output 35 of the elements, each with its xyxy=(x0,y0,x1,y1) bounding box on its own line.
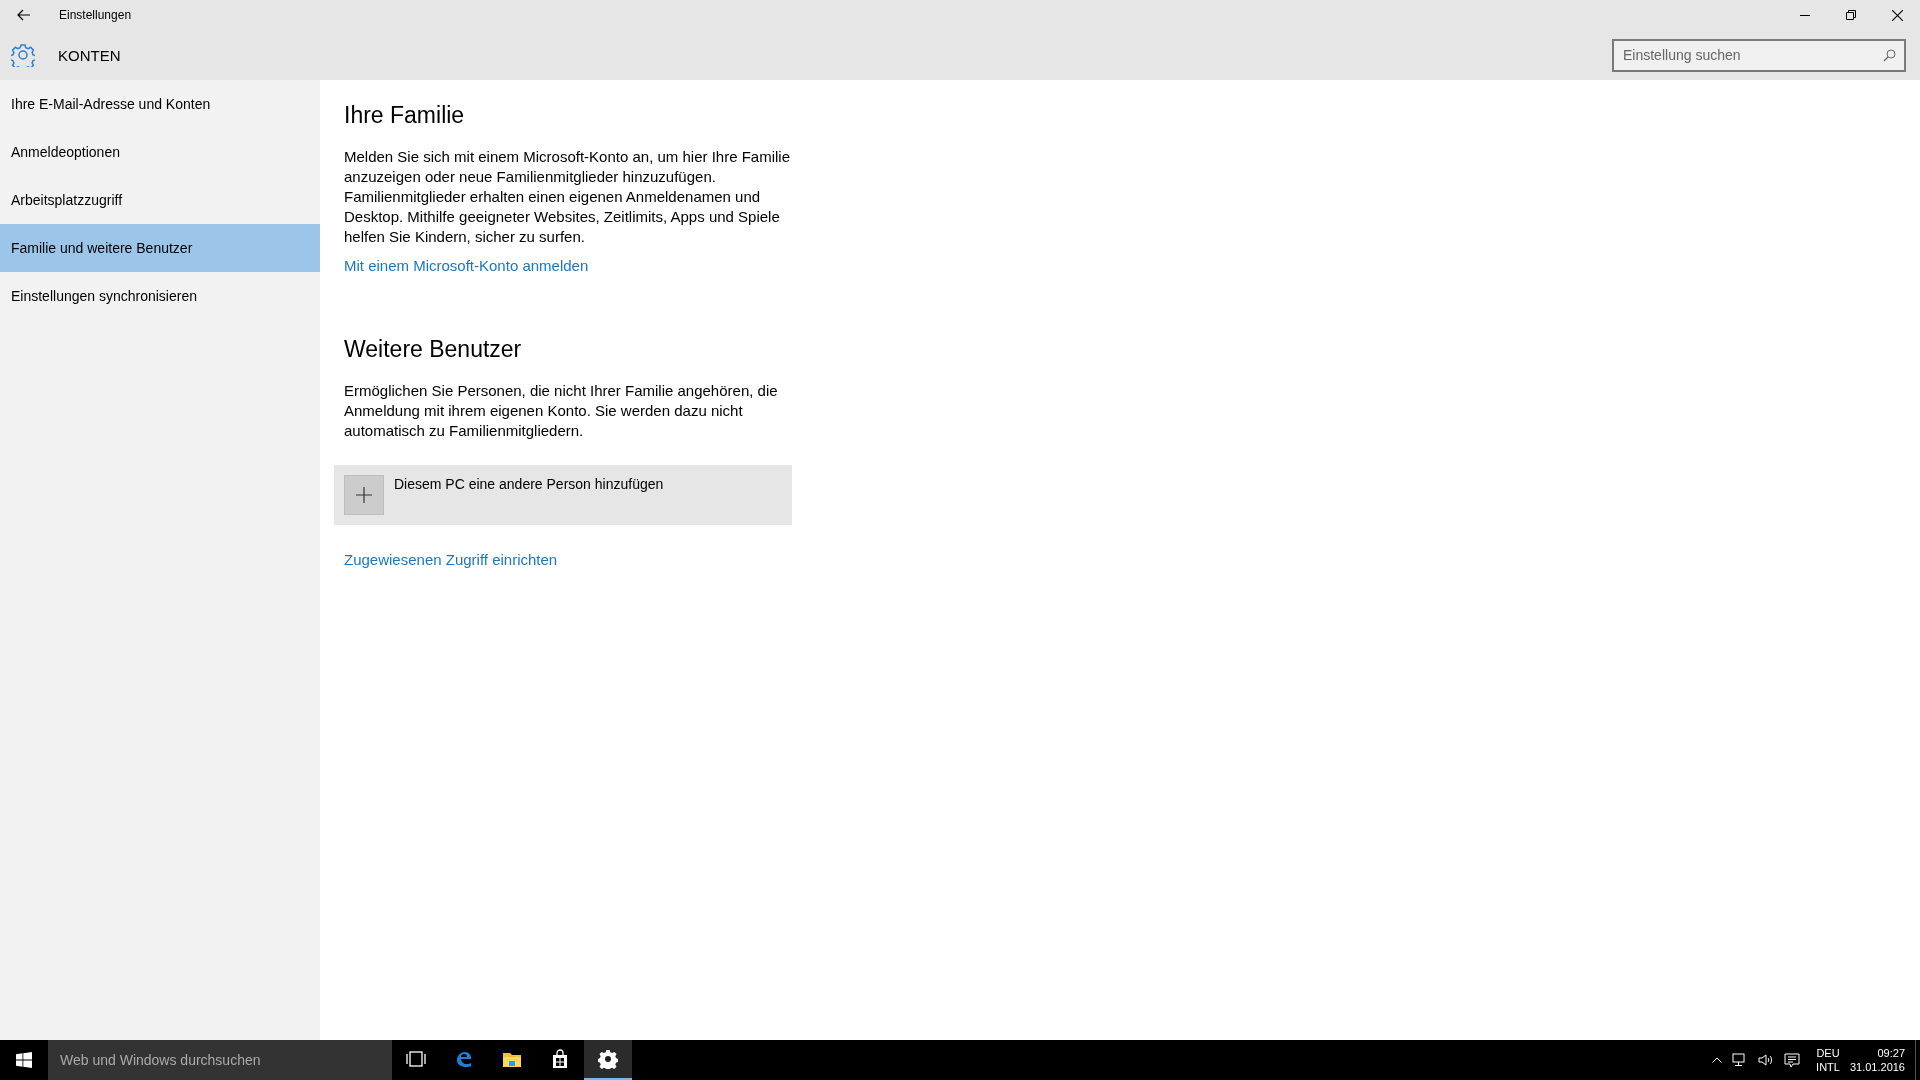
link[interactable]: Mit einem Microsoft-Konto anmelden xyxy=(344,257,589,274)
description-text: Ermöglichen Sie Personen, die nicht Ihrer Familie angehören, die Anmeldung mit ihrem eigenen Konto. Sie werden dazu nicht automatisch zu Familienmitgliedern. xyxy=(344,381,779,441)
back-arrow-icon xyxy=(17,9,31,21)
sidebar-item[interactable]: Einstellungen synchronisieren xyxy=(0,272,320,320)
sidebar-item[interactable]: Familie und weitere Benutzer xyxy=(0,224,320,272)
add-person-button[interactable]: Diesem PC eine andere Person hinzufügen xyxy=(334,465,792,525)
chevron-up-icon xyxy=(1712,1057,1723,1063)
clock-time[interactable]: 09:27 xyxy=(1877,1046,1905,1060)
clock-date[interactable]: 31.01.2016 xyxy=(1849,1060,1905,1074)
settings-gear-icon xyxy=(598,1049,618,1069)
speaker-icon xyxy=(1758,1053,1775,1067)
taskbar-app-button[interactable] xyxy=(584,1040,632,1080)
restore-icon xyxy=(1846,10,1856,20)
task-view-icon xyxy=(406,1049,426,1069)
search-field[interactable]: Einstellung suchen xyxy=(1612,38,1906,72)
close-icon xyxy=(1891,9,1903,21)
language-indicator[interactable]: INTL xyxy=(1816,1060,1840,1074)
sidebar-item[interactable]: Anmeldeoptionen xyxy=(0,128,320,176)
section-heading: Weitere Benutzer xyxy=(344,336,522,363)
shopping-bag-icon xyxy=(550,1049,570,1069)
windows-logo-icon xyxy=(16,1052,32,1068)
section-heading: Ihre Familie xyxy=(344,102,465,129)
search-icon xyxy=(1883,48,1896,62)
link[interactable]: Zugewiesenen Zugriff einrichten xyxy=(344,551,558,568)
settings-gear-icon xyxy=(11,43,35,67)
language-indicator[interactable]: DEU xyxy=(1816,1046,1840,1060)
sidebar-item[interactable]: Arbeitsplatzzugriff xyxy=(0,176,320,224)
page-title: KONTEN xyxy=(58,46,121,64)
window-title: Einstellungen xyxy=(59,8,132,22)
notification-icon xyxy=(1784,1052,1801,1068)
edge-e-icon xyxy=(454,1049,474,1069)
plus-icon xyxy=(344,475,384,515)
description-text: Melden Sie sich mit einem Microsoft-Konto an, um hier Ihre Familie anzuzeigen oder neue Familienmitglieder hinzuzufügen. Familienmitglieder erhalten einen eigenen Anmeldenamen und Desktop. Mithilfe geeigneter Websites, Zeitlimits, Apps und Spiele helfen Sie Kindern, sicher zu surfen. xyxy=(344,147,791,247)
taskbar-search-field[interactable]: Web und Windows durchsuchen xyxy=(48,1040,392,1080)
sidebar-item[interactable]: Ihre E-Mail-Adresse und Konten xyxy=(0,80,320,128)
